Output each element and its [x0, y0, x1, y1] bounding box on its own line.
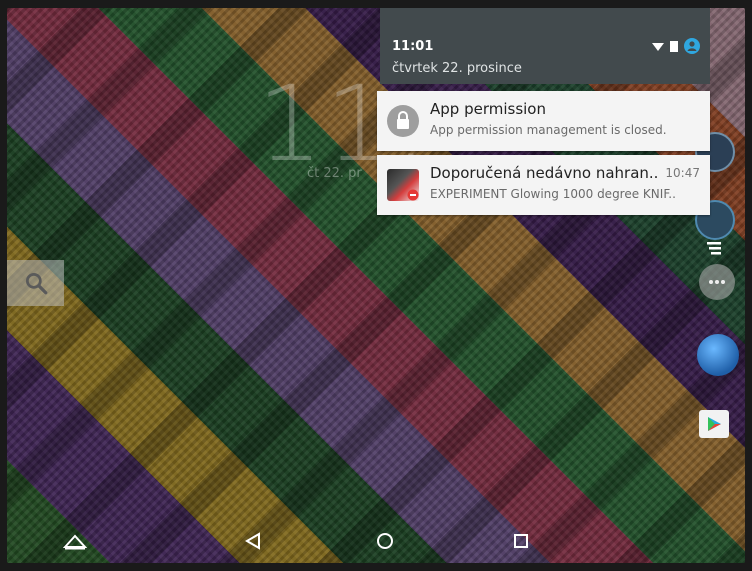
hide-nav-button[interactable] — [61, 527, 89, 555]
lock-icon — [387, 105, 419, 137]
account-icon[interactable] — [684, 38, 700, 54]
search-button[interactable] — [7, 260, 64, 306]
chevron-up-icon — [63, 534, 87, 550]
play-store-icon[interactable] — [699, 406, 729, 442]
notification-shade-header[interactable]: 11:01 čtvrtek 22. prosince — [380, 8, 710, 84]
browser-globe-icon[interactable] — [697, 334, 739, 376]
back-icon — [245, 532, 260, 550]
wifi-icon — [652, 43, 664, 51]
lockscreen-date: čt 22. pr — [307, 166, 362, 181]
search-icon — [25, 272, 47, 295]
home-icon — [377, 533, 393, 549]
recents-button[interactable] — [507, 527, 535, 555]
status-icons — [652, 38, 700, 54]
notification-title: Doporučená nedávno nahran.. — [430, 164, 659, 182]
notification-app-permission[interactable]: App permission App permission management… — [377, 91, 710, 151]
drawer-handle-icon[interactable] — [707, 240, 723, 255]
app-drawer-icon[interactable] — [699, 264, 735, 300]
recents-icon — [514, 534, 528, 548]
notification-recommended-video[interactable]: Doporučená nedávno nahran.. 10:47 EXPERI… — [377, 155, 710, 215]
navigation-bar — [7, 519, 745, 563]
battery-icon — [670, 41, 678, 52]
notification-text: App permission management is closed. — [430, 123, 667, 137]
notification-text: EXPERIMENT Glowing 1000 degree KNIF.. — [430, 187, 676, 201]
home-button[interactable] — [371, 527, 399, 555]
notification-time: 10:47 — [665, 166, 700, 180]
video-thumbnail-icon — [387, 169, 419, 201]
notification-title: App permission — [430, 100, 546, 118]
shade-time: 11:01 — [392, 39, 434, 54]
shade-date: čtvrtek 22. prosince — [392, 61, 522, 76]
back-button[interactable] — [239, 527, 267, 555]
